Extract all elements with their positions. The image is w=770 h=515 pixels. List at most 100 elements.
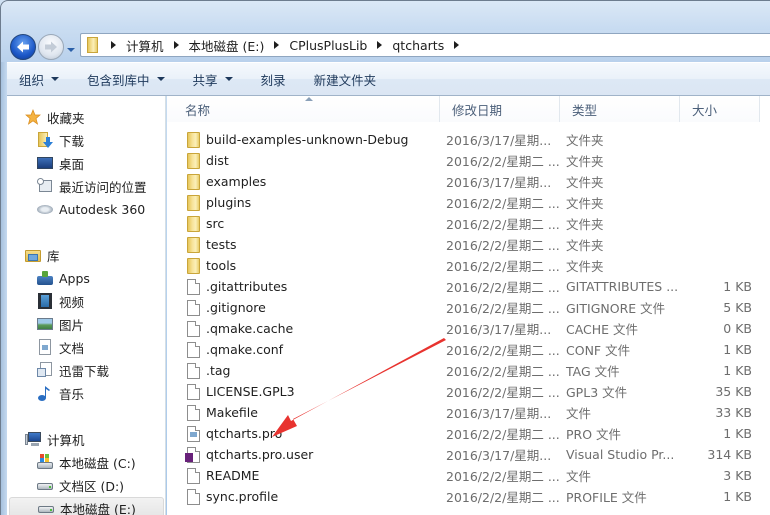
file-row[interactable]: .gitattributes 2016/2/2/星期二 ... GITATTRIBU…: [167, 276, 770, 297]
file-type: GITIGNORE 文件: [566, 301, 666, 316]
column-header-size[interactable]: 大小: [680, 96, 760, 122]
file-name-cell[interactable]: .gitattributes: [185, 278, 287, 295]
command-bar: 组织 包含到库中 共享 刻录 新建文件夹: [7, 62, 770, 96]
file-row[interactable]: sync.profile 2016/2/2/星期二 ... PROFILE 文件 1 …: [167, 486, 770, 507]
file-row[interactable]: .gitignore 2016/2/2/星期二 ... GITIGNORE 文件 5 …: [167, 297, 770, 318]
file-name-cell[interactable]: README: [185, 467, 259, 484]
file-row[interactable]: .qmake.conf 2016/2/2/星期二 ... CONF 文件 1 KB: [167, 339, 770, 360]
sort-ascending-icon: [305, 97, 313, 101]
file-row[interactable]: build-examples-unknown-Debug 2016/3/17/星期…: [167, 129, 770, 150]
breadcrumb-separator[interactable]: [377, 41, 383, 49]
sidebar-item-videos[interactable]: 视频: [37, 290, 84, 312]
file-date: 2016/2/2/星期二 ...: [446, 490, 560, 505]
file-icon: [185, 320, 201, 337]
breadcrumb-qtcharts[interactable]: qtcharts: [388, 34, 448, 56]
column-header-date[interactable]: 修改日期: [440, 96, 560, 122]
sidebar-item-desktop[interactable]: 桌面: [37, 152, 84, 174]
file-name: .tag: [206, 363, 231, 378]
file-row[interactable]: qtcharts.pro.user 2016/3/17/星期... Visual S…: [167, 444, 770, 465]
address-bar[interactable]: 计算机 本地磁盘 (E:) CPlusPlusLib qtcharts: [80, 33, 770, 57]
sidebar-item-autodesk-360[interactable]: Autodesk 360: [37, 198, 145, 220]
sidebar-item-thunder-downloads[interactable]: 迅雷下载: [37, 359, 109, 381]
breadcrumb-cpluspluslib[interactable]: CPlusPlusLib: [285, 34, 371, 56]
file-size: 1 KB: [723, 342, 752, 357]
library-icon: [25, 247, 41, 263]
file-row[interactable]: examples 2016/3/17/星期... 文件夹: [167, 171, 770, 192]
file-name: tools: [206, 258, 237, 273]
file-name-cell[interactable]: qtcharts.pro: [185, 425, 282, 442]
file-name-cell[interactable]: LICENSE.GPL3: [185, 383, 295, 400]
sidebar-item-documents[interactable]: 文档: [37, 336, 84, 358]
file-row[interactable]: .tag 2016/2/2/星期二 ... TAG 文件 1 KB: [167, 360, 770, 381]
file-size: 35 KB: [715, 384, 752, 399]
sidebar-computer[interactable]: 计算机: [25, 428, 85, 450]
include-in-library-button[interactable]: 包含到库中: [87, 70, 165, 89]
back-button[interactable]: [10, 34, 36, 60]
column-type-label: 类型: [572, 102, 598, 118]
file-name: plugins: [206, 195, 252, 210]
file-date: 2016/2/2/星期二 ...: [446, 301, 560, 316]
file-icon: [185, 278, 201, 295]
sidebar-item-music[interactable]: 音乐: [37, 382, 84, 404]
file-row[interactable]: plugins 2016/2/2/星期二 ... 文件夹: [167, 192, 770, 213]
chevron-down-icon: [67, 48, 75, 52]
file-name-cell[interactable]: sync.profile: [185, 488, 278, 505]
sidebar-libraries[interactable]: 库: [25, 244, 60, 266]
file-name-cell[interactable]: build-examples-unknown-Debug: [185, 131, 409, 148]
file-name-cell[interactable]: .qmake.cache: [185, 320, 293, 337]
file-name-cell[interactable]: tests: [185, 236, 237, 253]
sidebar-item-label: 下载: [59, 133, 85, 149]
file-name: dist: [206, 153, 229, 168]
file-name-cell[interactable]: examples: [185, 173, 266, 190]
file-row[interactable]: Makefile 2016/3/17/星期... 文件 33 KB: [167, 402, 770, 423]
file-row[interactable]: qtcharts.pro 2016/2/2/星期二 ... PRO 文件 1 KB: [167, 423, 770, 444]
breadcrumb-separator[interactable]: [454, 41, 460, 49]
file-date: 2016/2/2/星期二 ...: [446, 259, 560, 274]
burn-button[interactable]: 刻录: [261, 70, 286, 89]
share-button[interactable]: 共享: [193, 70, 233, 89]
file-name-cell[interactable]: Makefile: [185, 404, 258, 421]
file-name-cell[interactable]: tools: [185, 257, 237, 274]
file-row[interactable]: README 2016/2/2/星期二 ... 文件 3 KB: [167, 465, 770, 486]
breadcrumb-separator[interactable]: [274, 41, 280, 49]
new-folder-button[interactable]: 新建文件夹: [314, 70, 377, 89]
sidebar-item-drive-c[interactable]: 本地磁盘 (C:): [37, 451, 136, 473]
file-name-cell[interactable]: src: [185, 215, 224, 232]
breadcrumb-drive-e[interactable]: 本地磁盘 (E:): [185, 34, 269, 56]
breadcrumb-computer[interactable]: 计算机: [122, 34, 168, 56]
file-row[interactable]: LICENSE.GPL3 2016/2/2/星期二 ... GPL3 文件 35 KB: [167, 381, 770, 402]
breadcrumb-separator[interactable]: [111, 41, 116, 49]
sidebar-item-drive-d[interactable]: 文档区 (D:): [37, 474, 124, 496]
back-arrow-icon: [17, 41, 29, 53]
file-row[interactable]: src 2016/2/2/星期二 ... 文件夹: [167, 213, 770, 234]
desktop-icon: [37, 155, 53, 171]
organize-button[interactable]: 组织: [19, 70, 60, 89]
column-header-type[interactable]: 类型: [560, 96, 680, 122]
file-size: 1 KB: [723, 489, 752, 504]
file-row[interactable]: dist 2016/2/2/星期二 ... 文件夹: [167, 150, 770, 171]
sidebar-item-recent-places[interactable]: 最近访问的位置: [37, 175, 147, 197]
file-date: 2016/3/17/星期...: [446, 322, 552, 337]
file-name-cell[interactable]: dist: [185, 152, 229, 169]
recent-pages-button[interactable]: [66, 43, 76, 52]
recent-places-icon: [37, 178, 53, 194]
sidebar-item-drive-e[interactable]: 本地磁盘 (E:): [9, 497, 164, 515]
file-name-cell[interactable]: .qmake.conf: [185, 341, 283, 358]
file-name-cell[interactable]: qtcharts.pro.user: [185, 446, 313, 463]
breadcrumb-separator[interactable]: [173, 41, 179, 49]
sidebar-item-downloads[interactable]: 下载: [37, 129, 84, 151]
file-icon: [185, 362, 201, 379]
file-name-cell[interactable]: plugins: [185, 194, 252, 211]
file-name-cell[interactable]: .gitignore: [185, 299, 266, 316]
share-label: 共享: [192, 72, 218, 88]
sidebar-item-pictures[interactable]: 图片: [37, 313, 84, 335]
file-name-cell[interactable]: .tag: [185, 362, 231, 379]
sidebar-favorites[interactable]: 收藏夹: [25, 106, 85, 128]
file-row[interactable]: tests 2016/2/2/星期二 ... 文件夹: [167, 234, 770, 255]
caret-down-icon: [224, 77, 233, 81]
file-row[interactable]: .qmake.cache 2016/3/17/星期... CACHE 文件 0 KB: [167, 318, 770, 339]
sidebar-item-apps[interactable]: Apps: [37, 267, 90, 289]
forward-button[interactable]: [38, 34, 64, 60]
file-row[interactable]: tools 2016/2/2/星期二 ... 文件夹: [167, 255, 770, 276]
column-header-name[interactable]: 名称: [167, 96, 440, 122]
